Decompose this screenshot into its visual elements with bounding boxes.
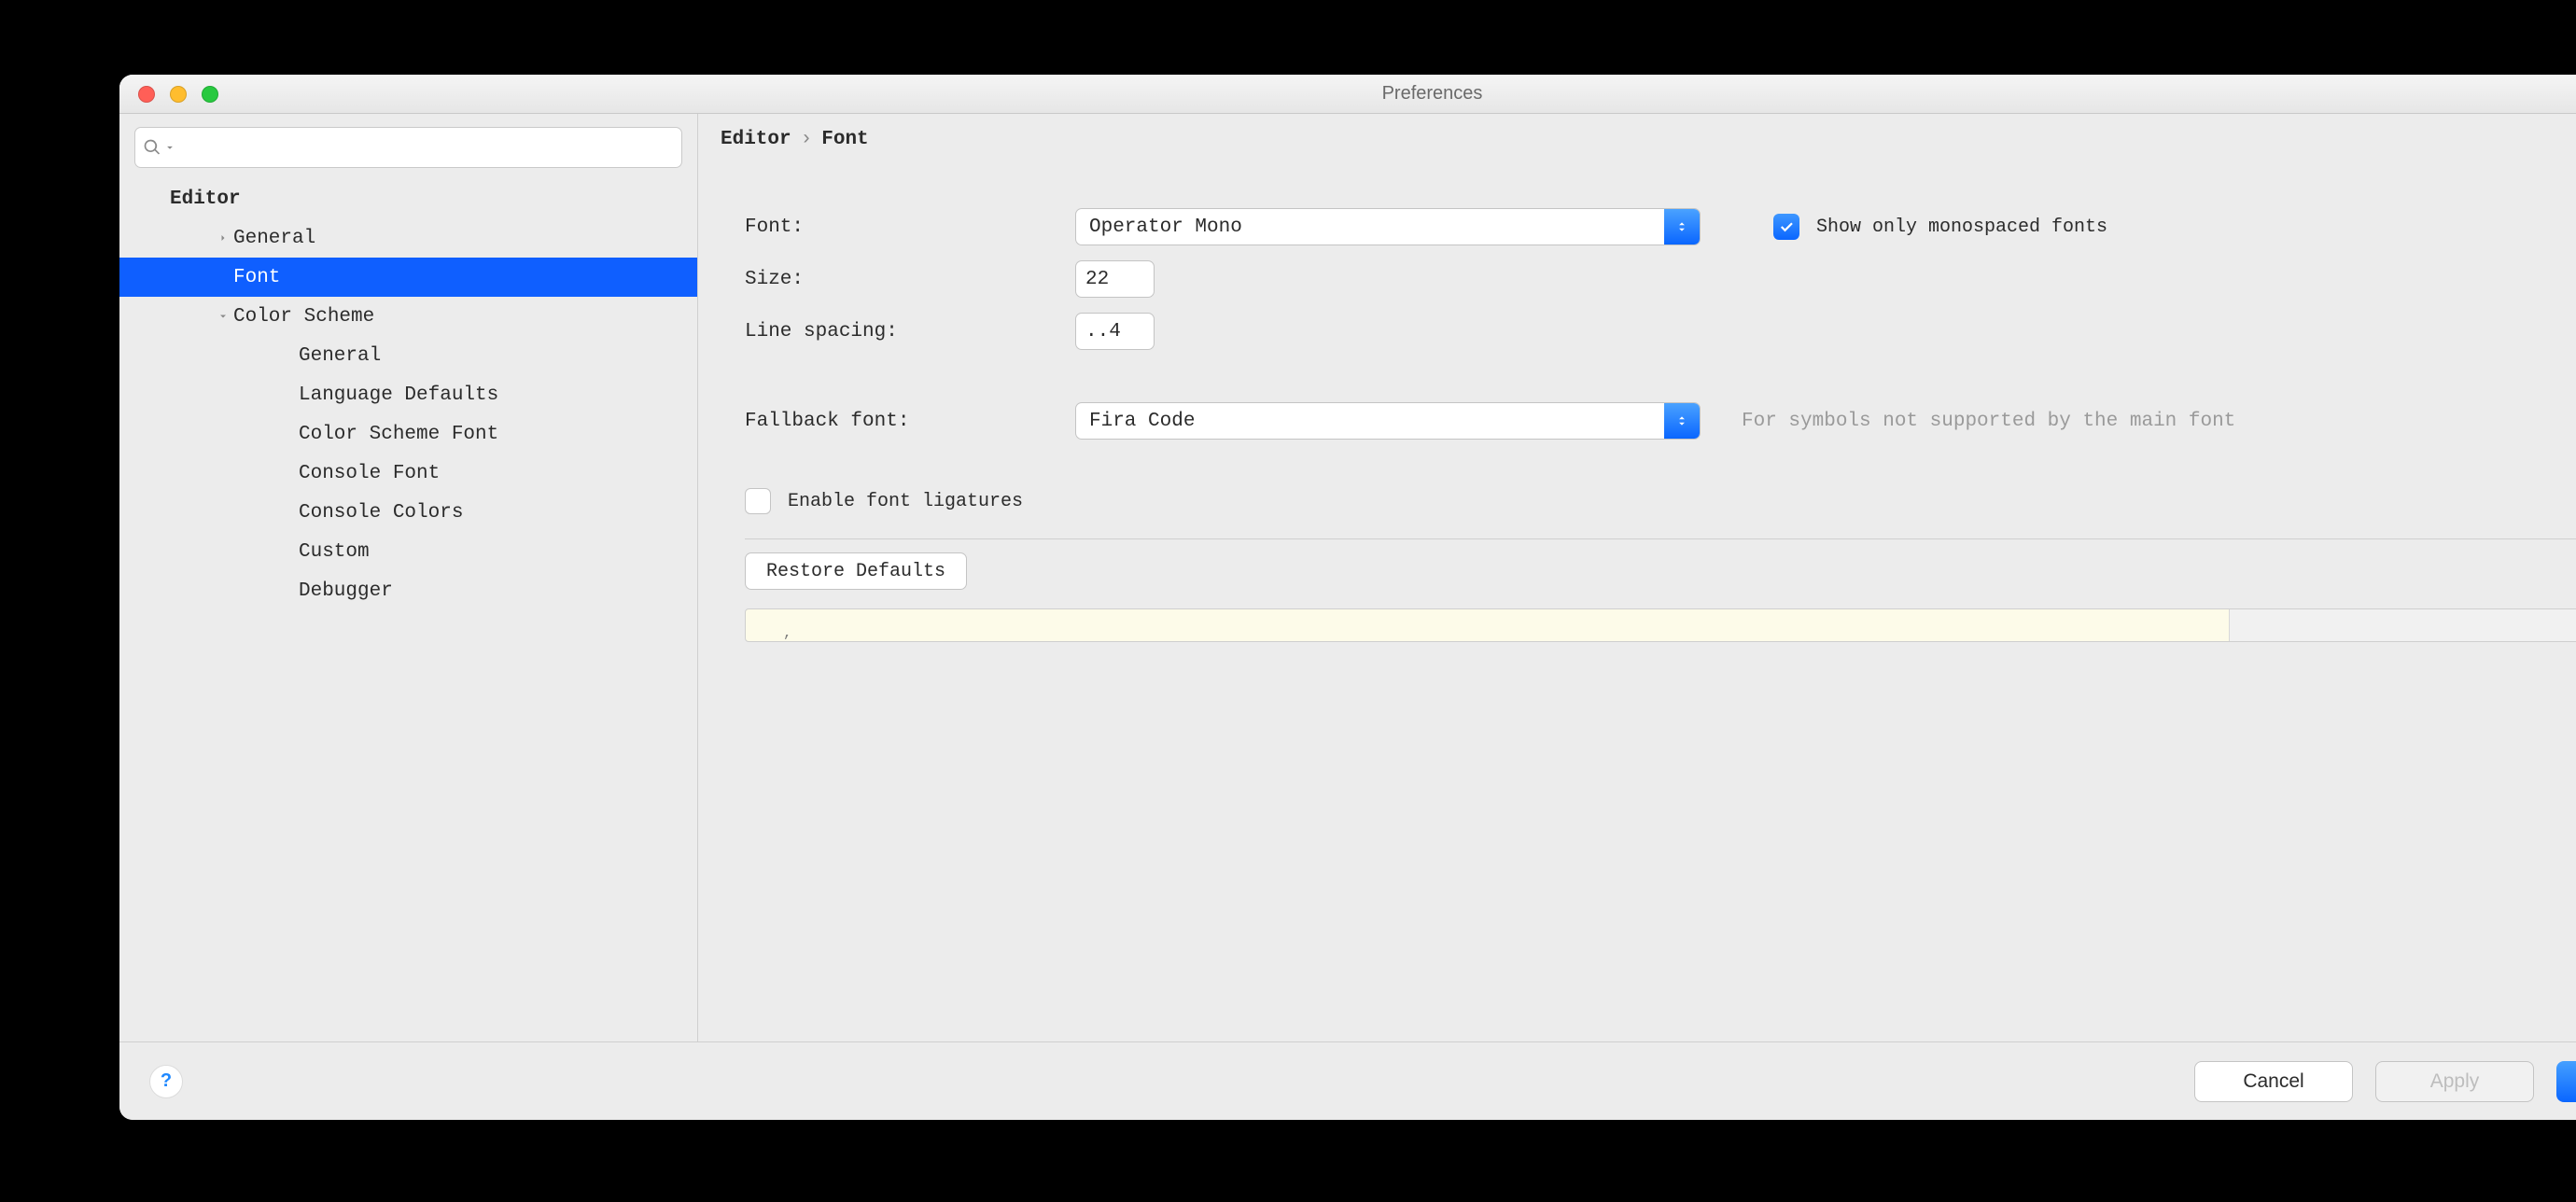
sidebar-item-cs-custom[interactable]: Custom — [119, 532, 697, 571]
sidebar-item-cs-console-colors[interactable]: Console Colors — [119, 493, 697, 532]
updown-icon — [1664, 209, 1700, 245]
breadcrumb-root[interactable]: Editor — [721, 129, 791, 150]
dialog-footer: ? Cancel Apply OK — [119, 1041, 2576, 1120]
apply-button[interactable]: Apply — [2375, 1061, 2534, 1102]
ligatures-label: Enable font ligatures — [788, 491, 1023, 512]
sidebar-item-color-scheme[interactable]: Color Scheme — [119, 297, 697, 336]
window-title: Preferences — [1382, 83, 1483, 105]
sidebar-item-cs-console-font[interactable]: Console Font — [119, 454, 697, 493]
help-button[interactable]: ? — [149, 1065, 183, 1098]
size-input[interactable]: 22 — [1075, 260, 1155, 298]
mono-only-checkbox[interactable] — [1773, 214, 1799, 240]
sidebar-item-cs-general[interactable]: General — [119, 336, 697, 375]
sidebar-item-font[interactable]: Font — [119, 258, 697, 297]
chevron-down-icon[interactable] — [163, 141, 176, 154]
minimize-icon[interactable] — [170, 86, 187, 103]
search-icon — [143, 138, 161, 157]
line-spacing-input[interactable]: ..4 — [1075, 313, 1155, 350]
sidebar-item-cs-language-defaults[interactable]: Language Defaults — [119, 375, 697, 414]
settings-tree: Editor General Font — [119, 175, 697, 1041]
close-icon[interactable] — [138, 86, 155, 103]
sidebar-item-general[interactable]: General — [119, 218, 697, 258]
font-preview: ▬ — [745, 608, 2576, 642]
ok-button[interactable]: OK — [2556, 1061, 2576, 1102]
restore-defaults-button[interactable]: Restore Defaults — [745, 552, 967, 590]
breadcrumb-leaf: Font — [821, 129, 868, 150]
label-fallback-font: Fallback font: — [745, 411, 1053, 432]
sidebar-item-editor[interactable]: Editor — [119, 179, 697, 218]
font-select[interactable]: Operator Mono — [1075, 208, 1701, 245]
chevron-down-icon — [213, 311, 233, 322]
titlebar: Preferences — [119, 75, 2576, 114]
breadcrumb: Editor › Font — [698, 114, 2576, 156]
chevron-right-icon: › — [801, 129, 813, 150]
preview-gutter — [746, 609, 2230, 641]
preview-scrollbar[interactable]: ▬ — [2230, 609, 2576, 641]
fallback-font-select[interactable]: Fira Code — [1075, 402, 1701, 440]
sidebar-item-cs-font[interactable]: Color Scheme Font — [119, 414, 697, 454]
updown-icon — [1664, 403, 1700, 439]
search-input[interactable] — [134, 127, 682, 168]
label-size: Size: — [745, 269, 1053, 290]
sidebar-item-cs-debugger[interactable]: Debugger — [119, 571, 697, 610]
ligatures-checkbox[interactable] — [745, 488, 771, 514]
sidebar: Editor General Font — [119, 114, 698, 1041]
separator — [745, 538, 2576, 539]
chevron-right-icon — [213, 232, 233, 244]
preferences-window: Preferences Editor — [119, 75, 2576, 1120]
cancel-button[interactable]: Cancel — [2194, 1061, 2353, 1102]
zoom-icon[interactable] — [202, 86, 218, 103]
label-font: Font: — [745, 217, 1053, 238]
mono-only-label: Show only monospaced fonts — [1816, 217, 2107, 238]
fallback-hint: For symbols not supported by the main fo… — [1742, 411, 2235, 432]
label-line-spacing: Line spacing: — [745, 321, 1053, 342]
